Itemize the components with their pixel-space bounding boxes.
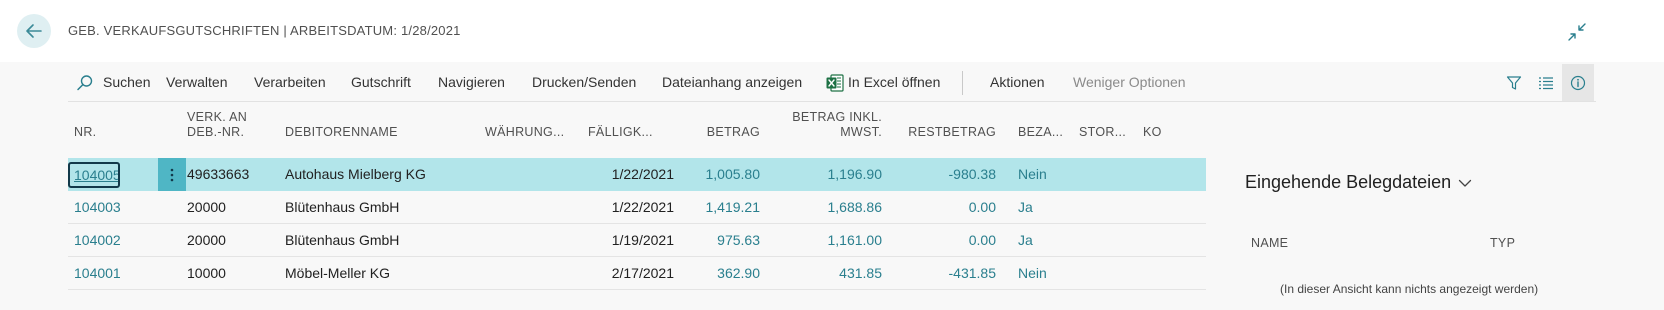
filter-button[interactable]: [1498, 64, 1530, 101]
customer-name-cell: Blütenhaus GmbH: [285, 199, 400, 215]
remaining-amount-cell[interactable]: -980.38: [882, 158, 996, 191]
column-header-nr[interactable]: NR.: [74, 125, 96, 140]
navigate-menu[interactable]: Navigieren: [438, 64, 505, 101]
back-arrow-icon: [26, 24, 42, 38]
column-header-amount[interactable]: BETRAG: [680, 125, 760, 140]
amount-cell[interactable]: 1,005.80: [680, 158, 761, 191]
amount-cell[interactable]: 975.63: [680, 224, 760, 257]
customer-name-cell: Blütenhaus GmbH: [285, 232, 400, 248]
list-view-button[interactable]: [1530, 64, 1562, 101]
due-date-cell: 1/19/2021: [611, 232, 674, 248]
view-toolbar: [1496, 64, 1596, 102]
fewer-options-button[interactable]: Weniger Optionen: [1073, 64, 1186, 101]
customer-no-cell: 20000: [187, 199, 226, 215]
column-header-extra[interactable]: KO: [1143, 125, 1162, 140]
chevron-down-icon: [1459, 179, 1472, 187]
table-row[interactable]: 104003 20000 Blütenhaus GmbH 1/22/2021 1…: [68, 191, 1206, 224]
customer-no-cell: 20000: [187, 232, 226, 248]
factbox-column-name[interactable]: NAME: [1251, 236, 1288, 250]
action-bar: Suchen Verwalten Verarbeiten Gutschrift …: [68, 64, 1596, 102]
page-title: GEB. VERKAUFSGUTSCHRIFTEN | ARBEITSDATUM…: [68, 23, 461, 38]
open-in-excel-action[interactable]: In Excel öffnen: [848, 64, 940, 101]
more-vertical-icon: [170, 168, 174, 181]
print-send-menu[interactable]: Drucken/Senden: [532, 64, 636, 101]
amount-incl-vat-cell[interactable]: 1,688.86: [764, 191, 883, 224]
collapse-icon: [1568, 23, 1586, 41]
manage-menu[interactable]: Verwalten: [166, 64, 227, 101]
action-separator: [962, 71, 963, 95]
amount-incl-vat-cell[interactable]: 431.85: [764, 257, 882, 290]
document-number-link[interactable]: 104001: [74, 257, 144, 290]
amount-cell[interactable]: 1,419.21: [680, 191, 761, 224]
back-button[interactable]: [17, 14, 51, 48]
list-view-icon: [1539, 76, 1553, 89]
column-header-sell-to-line2[interactable]: DEB.-NR.: [187, 125, 244, 140]
amount-incl-vat-cell[interactable]: 1,161.00: [764, 224, 883, 257]
due-date-cell: 1/22/2021: [611, 199, 674, 215]
show-attachment-action[interactable]: Dateianhang anzeigen: [662, 64, 802, 101]
document-number-link[interactable]: 104005: [68, 162, 120, 188]
column-header-currency[interactable]: WÄHRUNG...: [485, 125, 564, 140]
customer-name-cell: Möbel-Meller KG: [285, 265, 391, 281]
paid-cell: Ja: [1018, 199, 1033, 215]
factbox-empty-message: (In dieser Ansicht kann nichts angezeigt…: [1280, 282, 1539, 296]
search-icon: [77, 75, 93, 91]
due-date-cell: 1/22/2021: [611, 166, 674, 182]
table-row[interactable]: 104002 20000 Blütenhaus GmbH 1/19/2021 9…: [68, 224, 1206, 257]
column-header-amount-incl-line1[interactable]: BETRAG INKL.: [764, 110, 882, 125]
paid-cell: Nein: [1018, 265, 1047, 281]
paid-cell: Nein: [1018, 166, 1047, 182]
column-header-amount-incl-line2[interactable]: MWST.: [764, 125, 882, 140]
factbox-title[interactable]: Eingehende Belegdateien: [1245, 172, 1472, 193]
table-row[interactable]: 104005 49633663 Autohaus Mielberg KG 1/2…: [68, 158, 1206, 191]
customer-name-cell: Autohaus Mielberg KG: [285, 166, 426, 182]
column-header-sell-to-line1[interactable]: VERK. AN: [187, 110, 247, 125]
factbox-toggle-button[interactable]: [1562, 64, 1594, 101]
process-menu[interactable]: Verarbeiten: [254, 64, 326, 101]
factbox-column-type[interactable]: TYP: [1490, 236, 1515, 250]
remaining-amount-cell[interactable]: -431.85: [882, 257, 996, 290]
customer-no-cell: 49633663: [187, 166, 250, 182]
document-number-link[interactable]: 104003: [74, 191, 144, 224]
info-icon: [1570, 75, 1586, 90]
actions-menu[interactable]: Aktionen: [990, 64, 1044, 101]
column-header-cancelled[interactable]: STOR...: [1079, 125, 1126, 140]
paid-cell: Ja: [1018, 232, 1033, 248]
page-header: GEB. VERKAUFSGUTSCHRIFTEN | ARBEITSDATUM…: [0, 0, 1664, 62]
remaining-amount-cell[interactable]: 0.00: [882, 191, 996, 224]
table-row[interactable]: 104001 10000 Möbel-Meller KG 2/17/2021 3…: [68, 257, 1206, 290]
collapse-button[interactable]: [1567, 22, 1587, 42]
remaining-amount-cell[interactable]: 0.00: [882, 224, 996, 257]
credit-memo-menu[interactable]: Gutschrift: [351, 64, 411, 101]
customer-no-cell: 10000: [187, 265, 226, 281]
column-header-due-date[interactable]: FÄLLIGK...: [588, 125, 653, 140]
row-actions-button[interactable]: [158, 158, 186, 191]
column-header-remaining[interactable]: RESTBETRAG: [882, 125, 996, 140]
factbox-title-label: Eingehende Belegdateien: [1245, 172, 1452, 192]
excel-icon: [826, 74, 844, 92]
column-header-paid[interactable]: BEZA...: [1018, 125, 1063, 140]
search-action[interactable]: Suchen: [103, 64, 150, 101]
amount-cell[interactable]: 362.90: [680, 257, 760, 290]
amount-incl-vat-cell[interactable]: 1,196.90: [764, 158, 883, 191]
document-number-link[interactable]: 104002: [74, 224, 144, 257]
filter-icon: [1506, 75, 1522, 90]
due-date-cell: 2/17/2021: [611, 265, 674, 281]
column-header-customer-name[interactable]: DEBITORENNAME: [285, 125, 398, 140]
